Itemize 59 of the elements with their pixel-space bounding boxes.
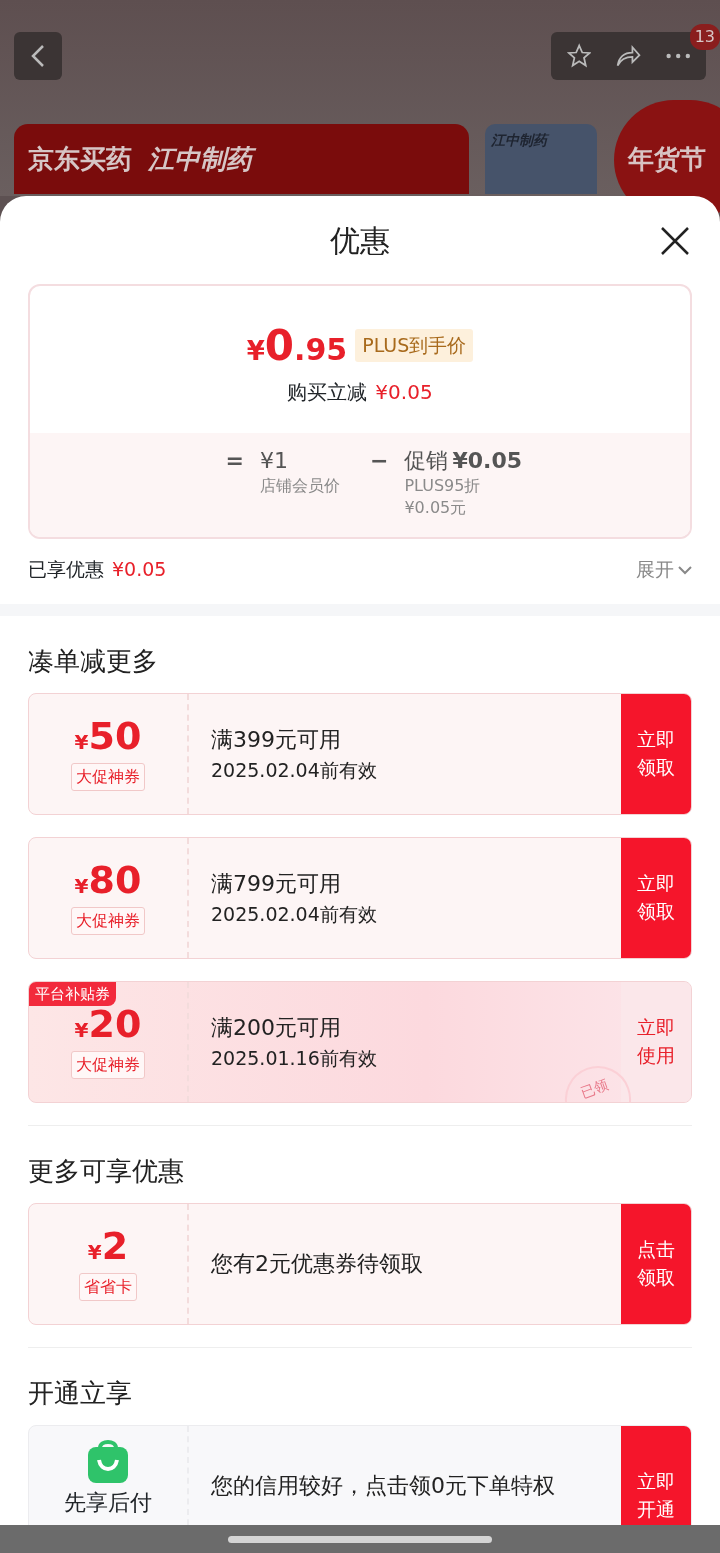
brand-logo: 京东买药 <box>28 142 132 176</box>
coupon-validity: 2025.02.04前有效 <box>211 758 378 784</box>
base-price-label: 店铺会员价 <box>260 474 341 497</box>
promo-note: PLUS95折 <box>404 474 482 497</box>
banner[interactable]: 京东买药 江中制药 <box>14 124 469 194</box>
coupon-action-button[interactable]: 立即使用 <box>621 981 691 1102</box>
close-icon[interactable] <box>660 226 690 256</box>
section-title: 开通立享 <box>27 1376 133 1410</box>
currency-sign: ¥ <box>74 728 89 756</box>
notification-count: 13 <box>689 24 720 50</box>
coupon-type: 大促神券 <box>71 1050 145 1079</box>
coupon-condition: 满200元可用 <box>211 1014 342 1043</box>
coupon-validity: 2025.02.04前有效 <box>211 902 378 928</box>
back-button[interactable] <box>14 32 62 80</box>
home-indicator[interactable] <box>228 1535 492 1543</box>
coupon-amount: 80 <box>88 860 142 899</box>
service-name: 先享后付 <box>64 1488 152 1517</box>
coupon-action-button[interactable]: 立即开通 <box>621 1425 691 1525</box>
currency-sign: ¥ <box>74 872 89 900</box>
brand-logo: 江中制药 <box>148 139 260 179</box>
discount-label: 购买立减 <box>287 379 368 406</box>
coupon-amount: 2 <box>101 1226 129 1265</box>
coupon-type: 省省卡 <box>79 1272 137 1301</box>
promo-note: ¥0.05元 <box>404 496 468 519</box>
coupon-amount: 50 <box>88 716 142 755</box>
promo-label: 促销 <box>404 447 449 475</box>
back-icon <box>31 44 45 68</box>
chevron-down-icon <box>678 564 692 575</box>
coupon-corner-label: 平台补贴券 <box>29 981 116 1007</box>
price-tag: PLUS到手价 <box>355 329 474 362</box>
equals-sign: = <box>225 447 244 475</box>
final-price: ¥0.95 <box>246 320 348 372</box>
star-icon[interactable] <box>567 42 592 70</box>
currency-sign: ¥ <box>74 1016 89 1044</box>
coupon-type: 大促神券 <box>71 762 145 791</box>
coupon-condition: 您有2元优惠券待领取 <box>211 1250 424 1279</box>
section-title: 更多可享优惠 <box>27 1154 185 1188</box>
coupon-action-button[interactable]: 立即领取 <box>621 837 691 958</box>
currency-sign: ¥ <box>87 1238 102 1266</box>
expand-link[interactable]: 展开 <box>636 555 674 584</box>
coupon-type: 大促神券 <box>71 906 145 935</box>
minus-sign: − <box>370 447 389 475</box>
savings-label: 已享优惠 <box>28 557 104 583</box>
coupon-condition: 满399元可用 <box>211 726 342 755</box>
coupon-amount: 20 <box>88 1004 142 1043</box>
section-title: 凑单减更多 <box>27 644 159 678</box>
coupon-validity: 2025.01.16前有效 <box>211 1046 378 1072</box>
shopping-bag-icon <box>87 1437 129 1484</box>
savings-value: ¥0.05 <box>112 557 167 583</box>
base-price: ¥1 <box>260 447 289 475</box>
coupon-condition: 您的信用较好，点击领0元下单特权 <box>211 1472 556 1501</box>
coupon-condition: 满799元可用 <box>211 870 342 899</box>
coupon-action-button[interactable]: 点击领取 <box>621 1203 691 1324</box>
discount-value: ¥0.05 <box>375 379 433 406</box>
sheet-title: 优惠 <box>330 221 390 260</box>
share-icon[interactable] <box>615 43 642 69</box>
more-icon[interactable] <box>665 53 690 59</box>
coupon-action-button[interactable]: 立即领取 <box>621 693 691 814</box>
promo-value: ¥0.05 <box>452 447 523 475</box>
